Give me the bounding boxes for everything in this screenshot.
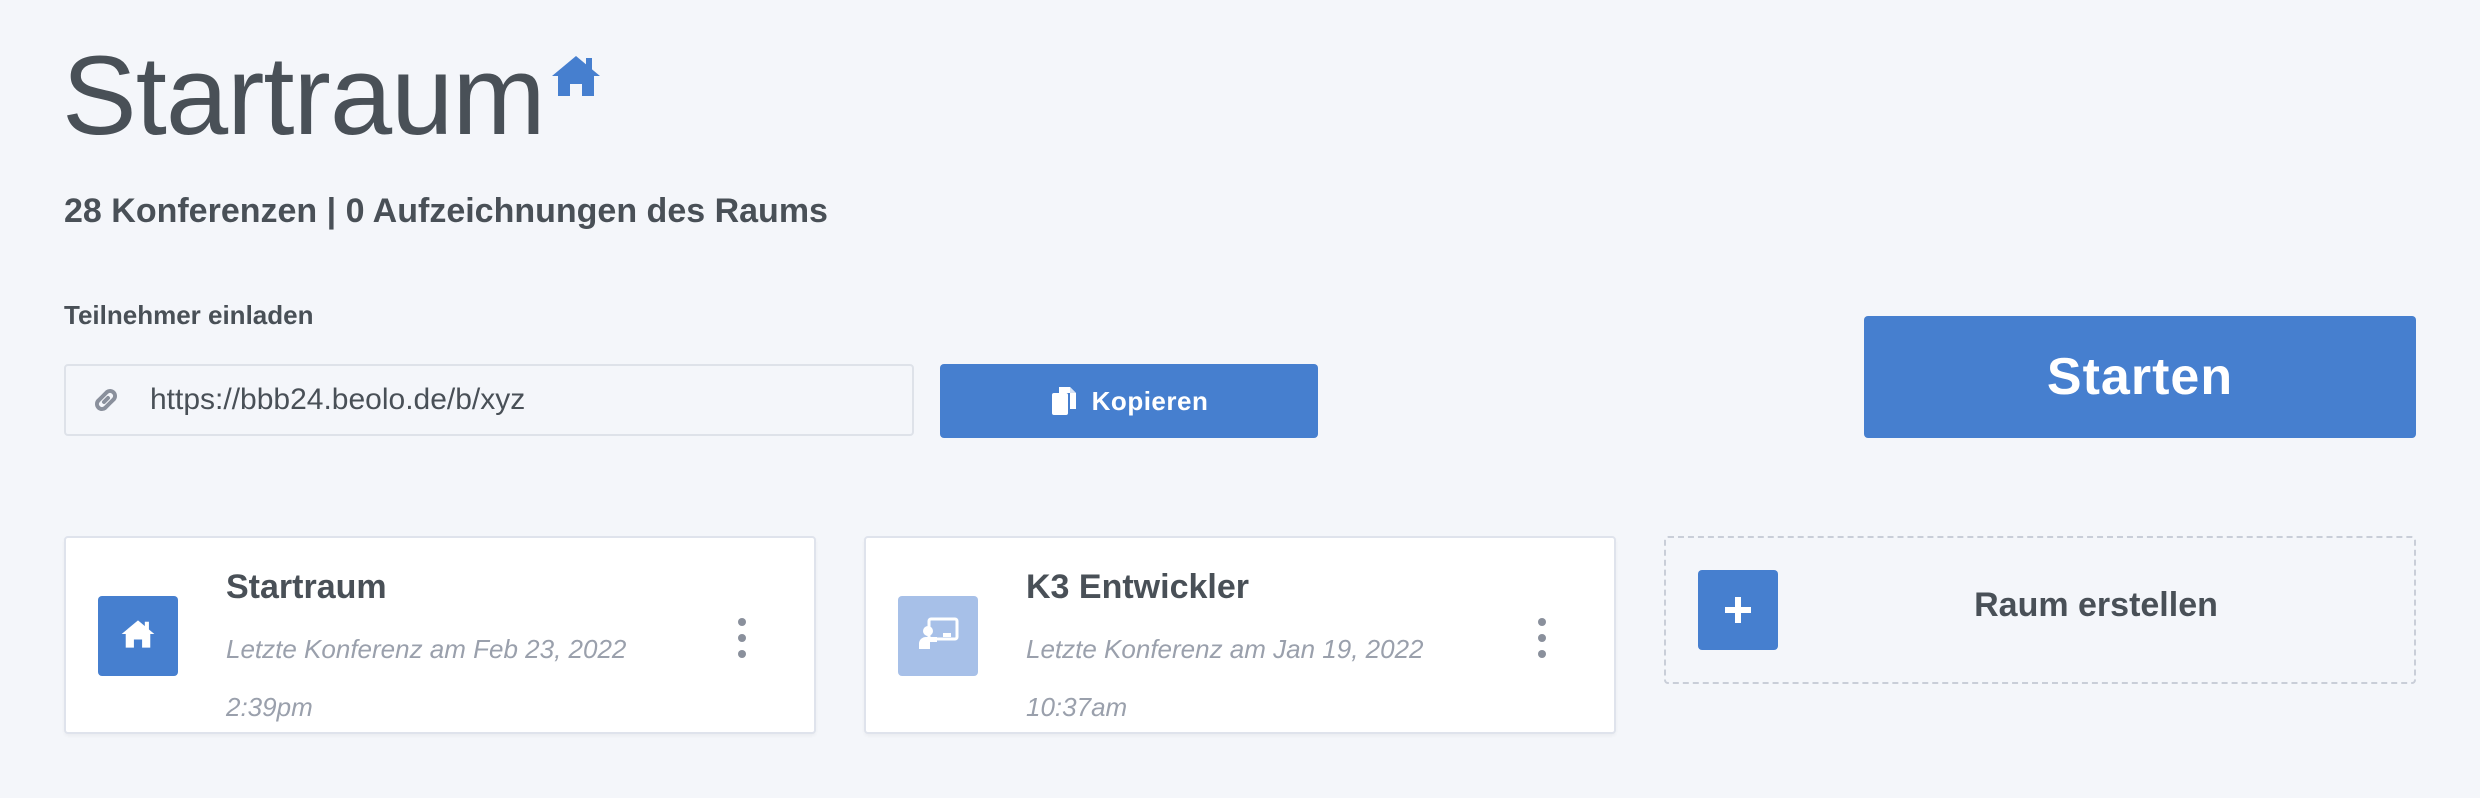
room-last-conference: Letzte Konferenz am Jan 19, 2022 10:37am [1026, 620, 1446, 736]
room-last-conference: Letzte Konferenz am Feb 23, 2022 2:39pm [226, 620, 646, 736]
start-button-label: Starten [2046, 348, 2234, 406]
home-icon [550, 54, 602, 98]
home-icon [120, 619, 156, 654]
invite-label: Teilnehmer einladen [64, 300, 314, 330]
room-name: K3 Entwickler [1026, 568, 1249, 606]
presentation-icon [917, 617, 959, 656]
room-name: Startraum [226, 568, 387, 606]
room-last-conference-date: Letzte Konferenz am Jan 19, 2022 [1026, 634, 1424, 664]
invite-url-input[interactable] [146, 366, 912, 434]
start-button[interactable]: Starten [1864, 316, 2416, 438]
room-card-startraum[interactable]: Startraum Letzte Konferenz am Feb 23, 20… [64, 536, 816, 734]
copy-button-label: Kopieren [1091, 385, 1209, 416]
room-stats: 28 Konferenzen | 0 Aufzeichnungen des Ra… [64, 192, 828, 230]
room-last-conference-time: 2:39pm [226, 692, 313, 722]
create-room-label: Raum erstellen [1974, 586, 2218, 624]
room-icon-box [898, 596, 978, 676]
plus-icon [1698, 570, 1778, 650]
more-options-icon[interactable] [730, 618, 754, 658]
more-options-icon[interactable] [1530, 618, 1554, 658]
invite-url-group [64, 364, 914, 436]
room-icon-box [98, 596, 178, 676]
copy-icon [1050, 385, 1078, 417]
page-title: Startraum [62, 33, 546, 158]
room-card-k3-entwickler[interactable]: K3 Entwickler Letzte Konferenz am Jan 19… [864, 536, 1616, 734]
create-room-button[interactable]: Raum erstellen [1664, 536, 2416, 684]
room-last-conference-time: 10:37am [1026, 692, 1128, 722]
copy-button[interactable]: Kopieren [940, 364, 1318, 438]
room-last-conference-date: Letzte Konferenz am Feb 23, 2022 [226, 634, 627, 664]
link-icon [66, 366, 146, 434]
